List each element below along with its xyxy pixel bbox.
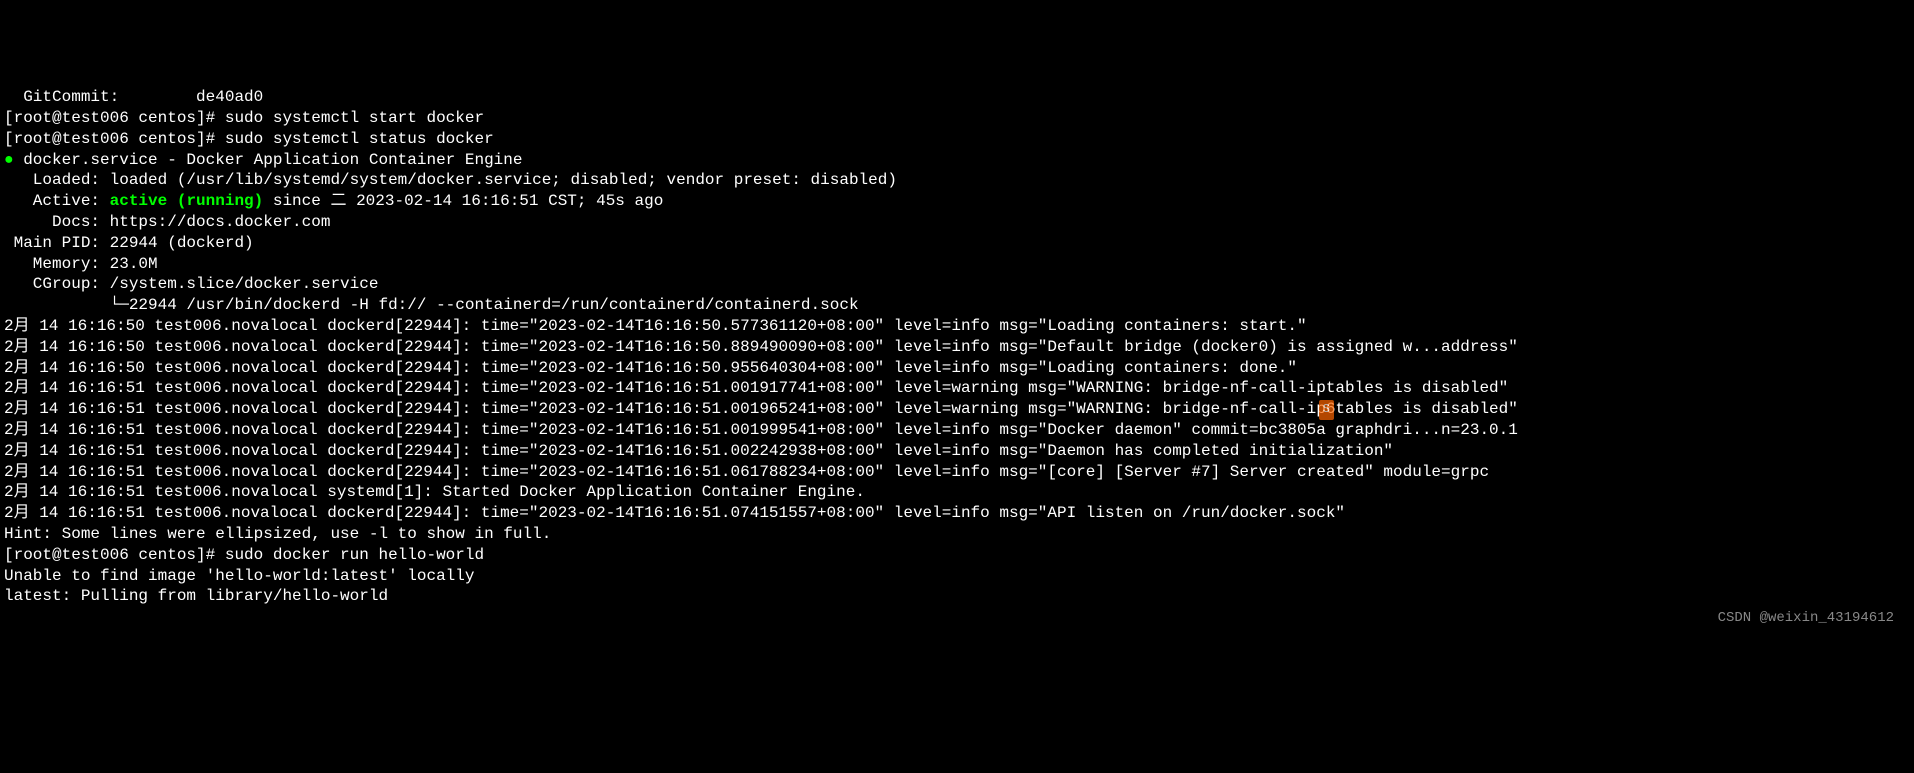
terminal-line: [root@test006 centos]# sudo systemctl st…: [4, 108, 1910, 129]
service-status-line: ● docker.service - Docker Application Co…: [4, 150, 1910, 171]
terminal-line: Docs: https://docs.docker.com: [4, 212, 1910, 233]
active-running-status: active (running): [110, 192, 264, 210]
terminal-line: Hint: Some lines were ellipsized, use -l…: [4, 524, 1910, 545]
terminal-line: latest: Pulling from library/hello-world: [4, 586, 1910, 607]
log-line: 2月 14 16:16:51 test006.novalocal dockerd…: [4, 441, 1910, 462]
terminal-line: [root@test006 centos]# sudo systemctl st…: [4, 129, 1910, 150]
terminal-line: Main PID: 22944 (dockerd): [4, 233, 1910, 254]
log-line: 2月 14 16:16:51 test006.novalocal dockerd…: [4, 378, 1910, 399]
log-line: 2月 14 16:16:50 test006.novalocal dockerd…: [4, 316, 1910, 337]
log-line: 2月 14 16:16:51 test006.novalocal dockerd…: [4, 462, 1910, 483]
active-status-line: Active: active (running) since 二 2023-02…: [4, 191, 1910, 212]
log-line: 2月 14 16:16:51 test006.novalocal dockerd…: [4, 399, 1910, 420]
log-line: 2月 14 16:16:50 test006.novalocal dockerd…: [4, 337, 1910, 358]
terminal-line: [root@test006 centos]# sudo docker run h…: [4, 545, 1910, 566]
log-line: 2月 14 16:16:51 test006.novalocal systemd…: [4, 482, 1910, 503]
log-line: 2月 14 16:16:50 test006.novalocal dockerd…: [4, 358, 1910, 379]
terminal-line: Unable to find image 'hello-world:latest…: [4, 566, 1910, 587]
terminal-line: └─22944 /usr/bin/dockerd -H fd:// --cont…: [4, 295, 1910, 316]
log-line: 2月 14 16:16:51 test006.novalocal dockerd…: [4, 420, 1910, 441]
service-name: docker.service - Docker Application Cont…: [23, 151, 522, 169]
csdn-watermark: CSDN @weixin_43194612: [1718, 609, 1894, 627]
terminal-output[interactable]: GitCommit: de40ad0[root@test006 centos]#…: [4, 87, 1910, 607]
terminal-line: Loaded: loaded (/usr/lib/systemd/system/…: [4, 170, 1910, 191]
active-since: since 二 2023-02-14 16:16:51 CST; 45s ago: [263, 192, 663, 210]
log-line: 2月 14 16:16:51 test006.novalocal dockerd…: [4, 503, 1910, 524]
terminal-line: Memory: 23.0M: [4, 254, 1910, 275]
csdn-logo-icon: S: [1319, 400, 1334, 420]
terminal-line: CGroup: /system.slice/docker.service: [4, 274, 1910, 295]
active-label: Active:: [4, 192, 110, 210]
status-dot-icon: ●: [4, 151, 23, 169]
terminal-line: GitCommit: de40ad0: [4, 87, 1910, 108]
